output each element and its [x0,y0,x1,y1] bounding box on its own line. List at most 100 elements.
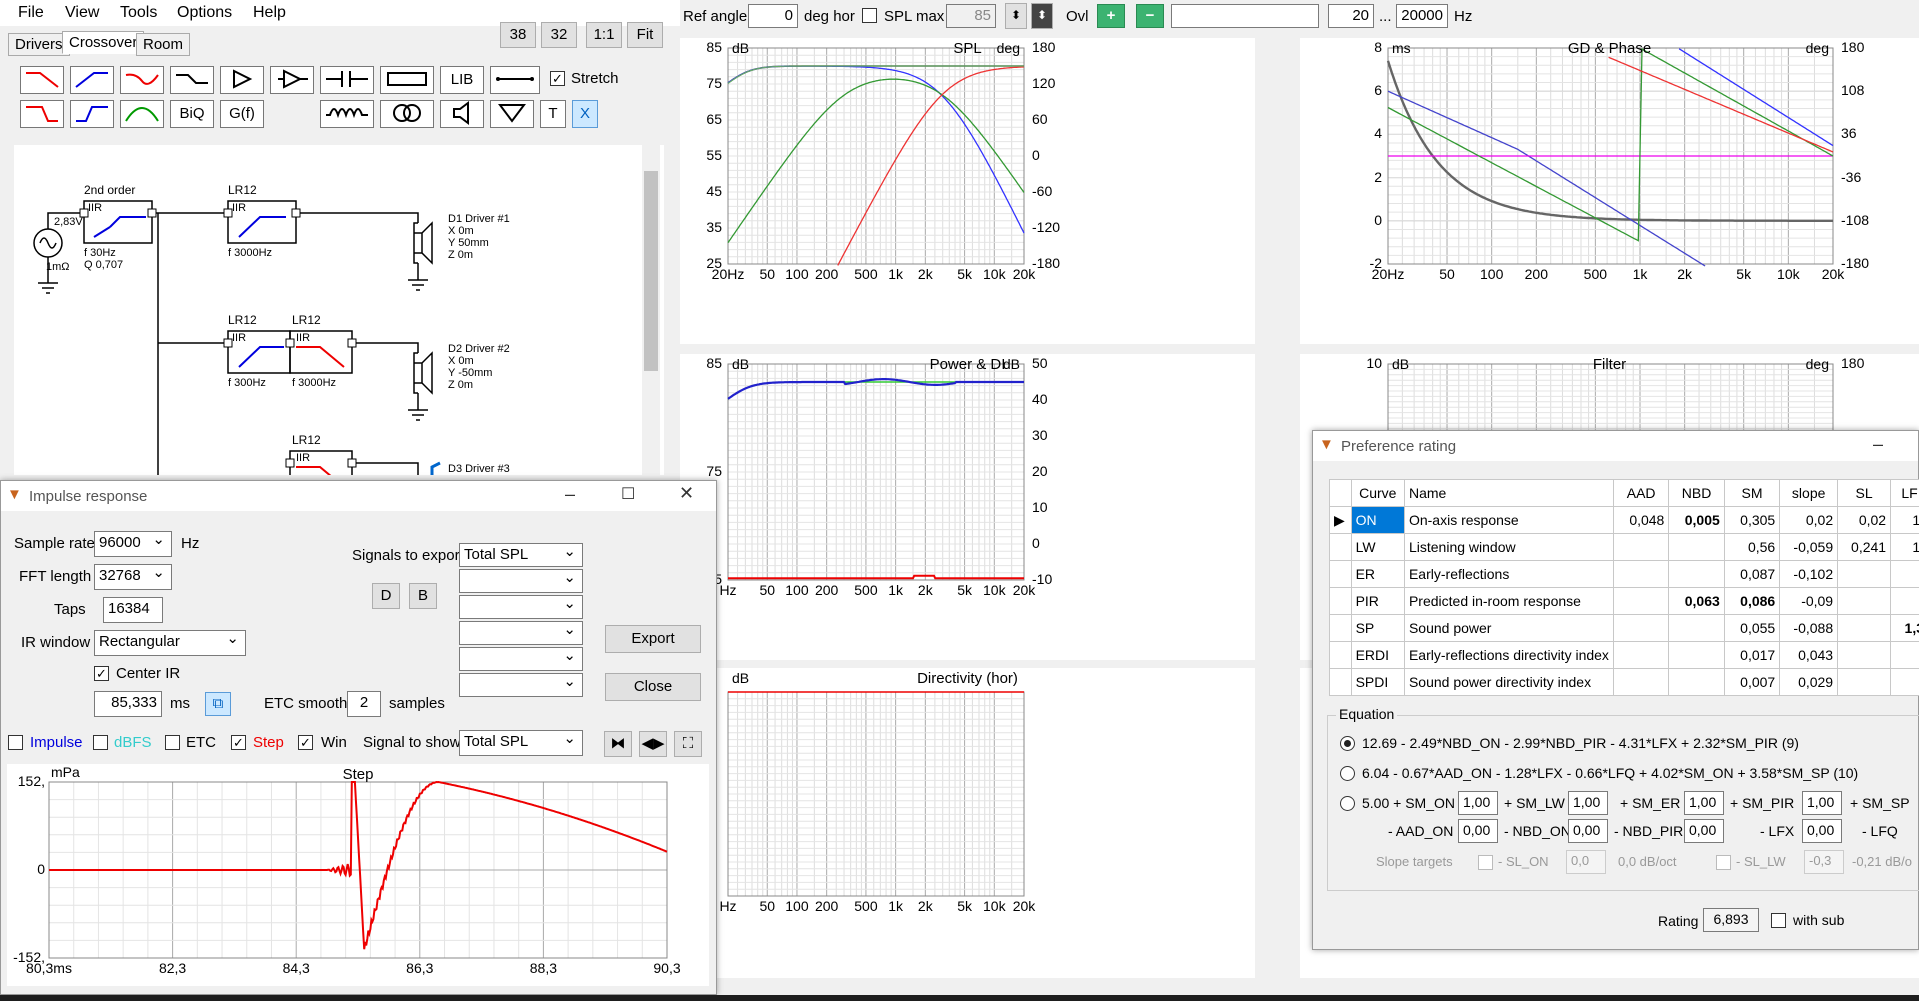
dbfs-checkbox[interactable] [93,735,108,750]
table-row[interactable]: PIR Predicted in-room response 0,063 0,086-… [1329,587,1919,615]
zoom-out-horizontal-icon[interactable]: ◀▶ [639,731,667,757]
aad-on-weight-input[interactable]: 0,00 [1458,819,1498,843]
sm-er-weight-input[interactable]: 1,00 [1684,791,1724,815]
tab-room[interactable]: Room [136,33,191,56]
export-signal-2-select[interactable] [459,568,583,593]
spl-max-checkbox[interactable] [862,8,877,23]
table-row[interactable]: LWListening window0,56-0,0590,2411, [1329,533,1919,561]
pref-minimize-icon[interactable]: – [1873,434,1883,455]
directivity-chart[interactable]: Directivity (hor) dB Hz 50 100 200 500 1k 2k 5k 10… [680,668,1255,978]
lowpass-red-icon[interactable] [20,66,64,94]
transformer-icon[interactable] [380,100,434,128]
copy-icon[interactable]: ⧉ [205,692,231,716]
table-row[interactable]: SPDI Sound power directivity index 0,007 0,… [1329,668,1919,696]
center-ir-checkbox[interactable]: ✓ [94,666,109,681]
with-sub-checkbox[interactable] [1771,913,1786,928]
sm-pir-weight-input[interactable]: 1,00 [1802,791,1842,815]
speaker-icon[interactable] [440,100,484,128]
menu-tools[interactable]: Tools [120,4,157,22]
nbd-on-weight-input[interactable]: 0,00 [1568,819,1608,843]
highpass-blue-icon[interactable] [70,66,114,94]
tab-crossover[interactable]: Crossover [62,31,145,54]
notch-red-icon[interactable] [120,66,164,94]
table-row[interactable]: ▶ ON On-axis response 0,048 0,005 0,305 0,02 0,… [1329,506,1919,534]
library-button[interactable]: LIB [440,66,484,94]
minimize-icon[interactable]: – [565,484,575,505]
sl-on-input[interactable]: 0,0 [1566,850,1606,874]
close-icon[interactable]: ✕ [679,483,694,504]
lowpass2-red-icon[interactable] [20,100,64,128]
menu-file[interactable]: File [18,4,44,22]
fft-length-select[interactable]: 32768 [94,563,172,590]
step-chart[interactable]: Step mPa 152, 0 -152, 80,3ms 82,3 84,3 86,3 88,3 9… [7,764,709,986]
fit-icon[interactable]: ⛶ [674,731,702,757]
spl-max-input[interactable]: 85 [946,4,996,28]
export-signal-1-select[interactable]: Total SPL [459,542,583,567]
equation-2-radio[interactable] [1340,766,1355,781]
etc-smooth-input[interactable]: 2 [347,691,381,717]
table-row[interactable]: ER Early-reflections 0,087 -0,102 [1329,560,1919,588]
bandpass-green-icon[interactable] [120,100,164,128]
sample-rate-select[interactable]: 96000 [94,530,172,557]
export-signal-5-select[interactable] [459,646,583,671]
sl-on-checkbox[interactable] [1478,855,1493,870]
amplifier-icon[interactable] [220,66,264,94]
buffer-icon[interactable] [270,66,314,94]
resistor-icon[interactable] [380,66,434,94]
sm-on-weight-input[interactable]: 1,00 [1458,791,1498,815]
overlay-name-input[interactable] [1171,4,1319,28]
close-button[interactable]: Close [605,673,701,701]
maximize-icon[interactable]: ☐ [621,484,635,504]
highpass2-blue-icon[interactable] [70,100,114,128]
equation-3-radio[interactable] [1340,796,1355,811]
table-row[interactable]: ERDI Early-reflections directivity index 0… [1329,641,1919,669]
zoom-38-button[interactable]: 38 [500,22,536,48]
impulse-window-titlebar[interactable]: ▼ Impulse response – ☐ ✕ [1,481,716,511]
export-signal-3-select[interactable] [459,594,583,619]
equation-1-radio[interactable] [1340,736,1355,751]
zoom-in-horizontal-icon[interactable]: ⧓ [604,731,632,757]
center-time-input[interactable]: 85,333 [94,691,162,717]
spl-up-icon[interactable]: ⬍ [1005,3,1027,29]
menu-help[interactable]: Help [253,4,286,22]
taps-input[interactable]: 16384 [103,597,163,623]
freq-low-input[interactable]: 20 [1328,4,1374,28]
x-button[interactable]: X [572,100,598,128]
capacitor-icon[interactable] [320,66,374,94]
pref-window-titlebar[interactable]: ▼ Preference rating – [1313,431,1918,461]
ir-window-select[interactable]: Rectangular [94,629,246,656]
step-checkbox[interactable]: ✓ [231,735,246,750]
nbd-pir-weight-input[interactable]: 0,00 [1684,819,1724,843]
shelf-icon[interactable] [170,66,214,94]
menu-options[interactable]: Options [177,4,232,22]
zoom-32-button[interactable]: 32 [541,22,577,48]
gd-phase-chart[interactable]: GD & Phase ms deg 8 6 4 2 0 -2 180 108 36 -36 -108 -18… [1300,38,1919,344]
biquad-button[interactable]: BiQ [170,100,214,128]
win-checkbox[interactable]: ✓ [298,735,313,750]
ref-angle-input[interactable]: 0 [748,4,798,28]
etc-checkbox[interactable] [165,735,180,750]
t-button[interactable]: T [540,100,566,128]
sl-lw-checkbox[interactable] [1716,855,1731,870]
sm-lw-weight-input[interactable]: 1,00 [1568,791,1608,815]
export-button[interactable]: Export [605,625,701,653]
export-signal-6-select[interactable] [459,672,583,697]
stretch-checkbox[interactable]: ✓ [550,71,565,86]
schematic-scrollbar[interactable] [642,145,660,475]
add-overlay-icon[interactable]: + [1097,4,1125,28]
wire-icon[interactable] [490,66,540,94]
lfx-weight-input[interactable]: 0,00 [1802,819,1842,843]
impulse-checkbox[interactable] [8,735,23,750]
d-button[interactable]: D [372,583,400,609]
table-row[interactable]: SPSound power0,055-0,0881,3 [1329,614,1919,642]
spl-down-icon[interactable]: ⬍ [1031,3,1053,29]
spl-chart[interactable]: SPL dB deg 85 75 65 55 45 35 25 180 120 60 0 -60 -120 -1… [680,38,1255,344]
gf-button[interactable]: G(f) [220,100,264,128]
sl-lw-input[interactable]: -0,3 [1804,850,1844,874]
power-di-chart[interactable]: Power & DIdBdB85756550403020100-10Hz5010… [680,354,1255,660]
tab-drivers[interactable]: Drivers [8,33,70,56]
ground-icon[interactable] [490,100,534,128]
menu-view[interactable]: View [65,4,99,22]
remove-overlay-icon[interactable]: − [1136,4,1164,28]
signal-show-select[interactable]: Total SPL [459,729,583,756]
